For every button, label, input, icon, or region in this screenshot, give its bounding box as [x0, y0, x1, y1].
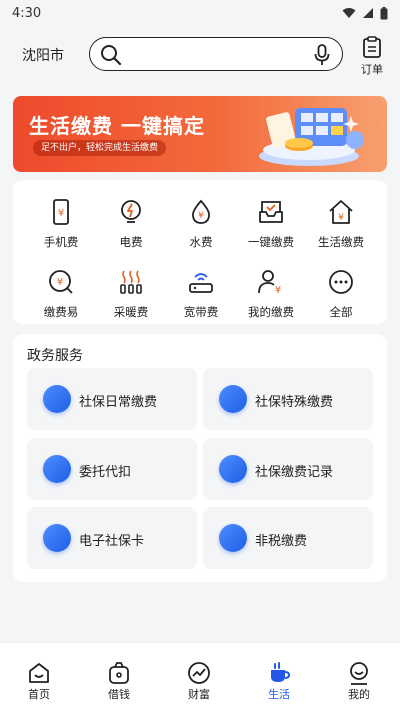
tab-label: 借钱	[108, 688, 130, 701]
city-selector[interactable]: 沈阳市	[22, 45, 64, 65]
yen-search-icon: ¥	[49, 270, 73, 294]
gov-tile-label: 社保缴费记录	[255, 465, 334, 480]
tab-label: 生活	[268, 688, 290, 701]
service-electricity[interactable]: 电费	[94, 198, 168, 250]
gov-tile-label: 社保特殊缴费	[255, 395, 334, 410]
quick-services-card: ¥ 手机费 电费 ¥ 水费 一键缴费 ¥ 生活缴费 ¥ 缴费易 采暖费 宽带费 …	[13, 180, 387, 324]
order-label: 订单	[361, 63, 383, 76]
profile-icon	[350, 662, 368, 685]
signal-icon	[363, 8, 373, 18]
gov-payment-record[interactable]: 社保缴费记录	[203, 438, 373, 500]
user-yen-icon: ¥	[258, 270, 281, 296]
svg-text:¥: ¥	[198, 211, 204, 221]
wifi-icon	[342, 8, 356, 18]
service-label: 手机费	[43, 235, 79, 249]
service-label: 一键缴费	[248, 235, 294, 249]
service-label: 电费	[119, 235, 143, 249]
svg-text:¥: ¥	[338, 213, 344, 223]
service-broadband[interactable]: 宽带费	[164, 268, 238, 320]
gov-social-security-daily[interactable]: 社保日常缴费	[27, 368, 197, 430]
tab-label: 我的	[348, 688, 370, 701]
wealth-chart-icon	[188, 662, 210, 684]
gov-tile-label: 社保日常缴费	[79, 395, 158, 410]
svg-text:¥: ¥	[275, 285, 281, 296]
svg-text:¥: ¥	[58, 208, 64, 219]
service-easy-pay[interactable]: ¥ 缴费易	[24, 268, 98, 320]
tab-borrow[interactable]: 借钱	[89, 661, 149, 702]
service-water[interactable]: ¥ 水费	[164, 198, 238, 250]
status-icons	[342, 6, 388, 20]
entrust-deduct-icon	[43, 455, 71, 483]
header: 沈阳市 订单	[0, 34, 400, 77]
microphone-icon[interactable]	[314, 44, 330, 66]
gov-non-tax[interactable]: 非税缴费	[203, 507, 373, 569]
phone-bill-icon: ¥	[53, 199, 69, 225]
service-living[interactable]: ¥ 生活缴费	[304, 198, 378, 250]
social-security-special-icon	[219, 385, 247, 413]
battery-icon	[380, 6, 388, 19]
status-time: 4:30	[12, 5, 42, 21]
electricity-icon	[121, 200, 141, 223]
banner-title: 生活缴费 一键搞定	[29, 114, 205, 138]
banner-subtitle: 足不出户，轻松完成生活缴费	[33, 140, 167, 156]
service-label: 水费	[189, 235, 213, 249]
order-clipboard-icon	[363, 36, 381, 58]
e-card-icon	[43, 524, 71, 552]
search-icon	[101, 45, 122, 66]
tab-profile[interactable]: 我的	[329, 661, 389, 702]
gov-tile-label: 委托代扣	[79, 465, 132, 480]
gov-social-security-special[interactable]: 社保特殊缴费	[203, 368, 373, 430]
gov-services-title: 政务服务	[27, 348, 83, 364]
service-label: 全部	[329, 305, 353, 319]
service-phone-bill[interactable]: ¥ 手机费	[24, 198, 98, 250]
service-heating[interactable]: 采暖费	[94, 268, 168, 320]
payment-record-icon	[219, 455, 247, 483]
life-cup-icon	[271, 662, 291, 682]
house-yen-icon: ¥	[329, 200, 353, 224]
service-all[interactable]: 全部	[304, 268, 378, 320]
bottom-tab-bar: 首页 借钱 财富 生活 我的	[0, 642, 400, 712]
wallet-icon	[109, 662, 129, 684]
tab-life[interactable]: 生活	[249, 661, 309, 702]
status-bar: 4:30	[0, 0, 400, 26]
service-one-click[interactable]: 一键缴费	[234, 198, 308, 250]
tab-label: 首页	[28, 688, 50, 701]
tab-home[interactable]: 首页	[9, 661, 69, 702]
svg-text:¥: ¥	[57, 277, 63, 288]
tab-label: 财富	[188, 688, 210, 701]
gov-services-card: 政务服务 社保日常缴费 社保特殊缴费 委托代扣 社保缴费记录 电子社保卡 非税缴…	[13, 334, 387, 582]
service-label: 生活缴费	[318, 235, 364, 249]
service-label: 采暖费	[113, 305, 149, 319]
more-dots-icon	[329, 270, 353, 294]
banner-illustration	[259, 108, 364, 166]
non-tax-icon	[219, 524, 247, 552]
social-security-daily-icon	[43, 385, 71, 413]
gov-tile-label: 非税缴费	[255, 534, 308, 549]
service-label: 缴费易	[43, 305, 79, 319]
home-icon	[29, 663, 49, 683]
search-input[interactable]	[89, 37, 343, 71]
gov-e-card[interactable]: 电子社保卡	[27, 507, 197, 569]
gov-tile-label: 电子社保卡	[79, 534, 145, 549]
water-drop-icon: ¥	[192, 199, 210, 224]
heating-icon	[120, 270, 142, 294]
tray-check-icon	[259, 201, 283, 223]
order-button[interactable]: 订单	[356, 36, 388, 77]
gov-entrust-deduct[interactable]: 委托代扣	[27, 438, 197, 500]
promo-banner[interactable]: 生活缴费 一键搞定 足不出户，轻松完成生活缴费	[13, 96, 387, 172]
service-label: 宽带费	[183, 305, 219, 319]
tab-wealth[interactable]: 财富	[169, 661, 229, 702]
service-label: 我的缴费	[248, 305, 294, 319]
broadband-icon	[189, 273, 213, 293]
service-my-payments[interactable]: ¥ 我的缴费	[234, 268, 308, 320]
